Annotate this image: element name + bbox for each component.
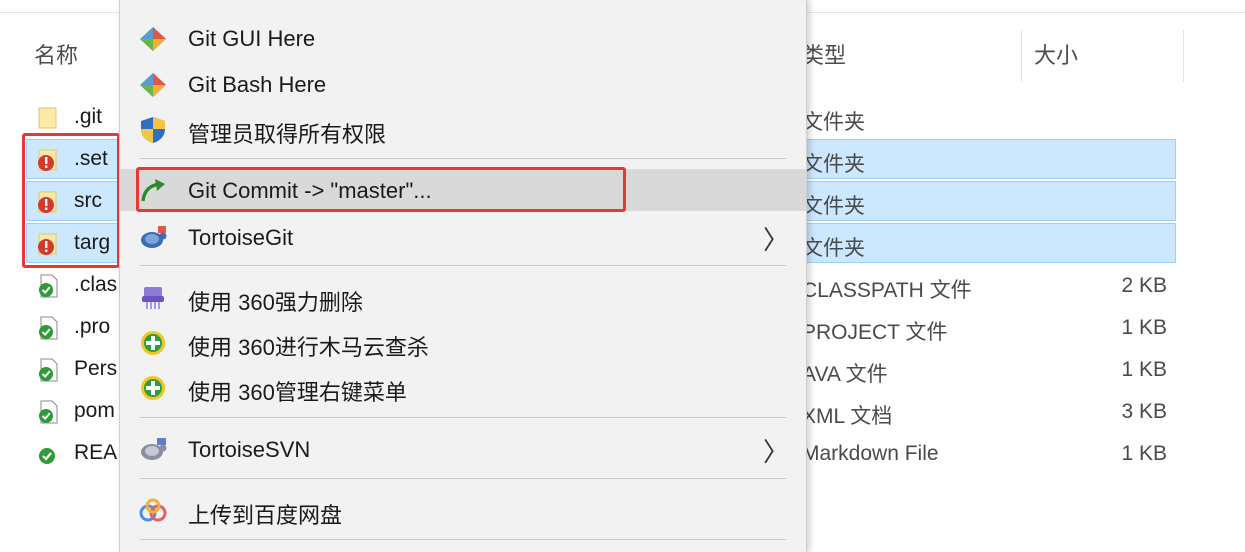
menu-separator [140,417,786,418]
360-shield-icon [141,376,165,400]
file-size: 1 KB [1121,442,1167,465]
file-normal-icon [39,274,58,298]
menu-item-label: 使用 360管理右键菜单 [188,380,407,405]
menu-item-label: 使用 360进行木马云查杀 [188,335,429,360]
tortoisesvn-icon [141,438,167,460]
column-separator[interactable] [1021,30,1022,82]
menu-item-label: Git Bash Here [188,72,327,97]
file-size: 1 KB [1121,358,1167,381]
file-name: Pers [74,357,118,380]
annotation-box-modified-files [22,133,120,268]
menu-item-git-gui[interactable]: Git GUI Here [120,17,806,59]
360-shredder-icon [142,287,164,309]
menu-item-360-manage-menu[interactable]: 使用 360管理右键菜单 [120,366,806,408]
git-diamond-icon [140,73,166,97]
submenu-chevron-icon: 〉 [763,437,790,467]
git-diamond-icon [140,27,166,51]
file-type: 文件夹 [802,111,865,134]
file-name: REA [74,441,118,464]
file-normal-icon [39,400,58,424]
annotation-box-git-commit [136,167,626,212]
menu-item-git-bash[interactable]: Git Bash Here [120,63,806,105]
menu-item-label: Git GUI Here [188,26,316,51]
file-type: 文件夹 [802,195,865,218]
360-shield-icon [141,331,165,355]
baidu-netdisk-icon [139,498,167,522]
menu-item-label: 上传到百度网盘 [188,503,343,528]
menu-item-360-trojan-scan[interactable]: 使用 360进行木马云查杀 [120,321,806,363]
file-name: pom [74,399,115,422]
file-type: PROJECT 文件 [802,321,948,344]
file-type: AVA 文件 [802,363,888,386]
file-type: CLASSPATH 文件 [802,279,972,302]
submenu-chevron-icon: 〉 [763,225,790,255]
menu-separator [140,158,786,159]
menu-item-label: 使用 360强力删除 [188,290,363,315]
menu-item-360-shred[interactable]: 使用 360强力删除 [120,276,806,318]
menu-separator [140,539,786,540]
folder-icon [38,107,57,129]
menu-item-label: TortoiseGit [188,225,294,250]
menu-item-tortoisegit[interactable]: TortoiseGit 〉 [120,216,806,258]
menu-separator [140,265,786,266]
column-header-size[interactable]: 大小 [1034,38,1078,70]
menu-item-baidu-upload[interactable]: 上传到百度网盘 [120,489,806,531]
tortoisegit-icon [141,226,167,248]
file-size: 2 KB [1121,274,1167,297]
file-type: XML 文档 [802,405,893,428]
menu-item-label: 管理员取得所有权限 [188,122,387,147]
file-name: .git [74,105,103,128]
file-name: .clas [74,273,118,296]
file-type: 文件夹 [802,237,865,260]
menu-separator [140,478,786,479]
file-size: 1 KB [1121,316,1167,339]
menu-item-label: TortoiseSVN [188,437,311,462]
file-type: Markdown File [802,442,939,465]
column-header-type[interactable]: 类型 [802,38,846,70]
file-normal-icon [39,448,55,464]
file-normal-icon [39,316,58,340]
uac-shield-icon [141,117,165,143]
column-header-name[interactable]: 名称 [34,38,78,70]
file-normal-icon [39,358,58,382]
menu-item-tortoisesvn[interactable]: TortoiseSVN 〉 [120,428,806,470]
file-type: 文件夹 [802,153,865,176]
context-menu: Git GUI Here Git Bash Here 管理员取得所有权限 Git… [119,0,807,552]
column-separator[interactable] [1183,30,1184,82]
menu-item-take-ownership[interactable]: 管理员取得所有权限 [120,108,806,150]
file-size: 3 KB [1121,400,1167,423]
file-name: .pro [74,315,111,338]
